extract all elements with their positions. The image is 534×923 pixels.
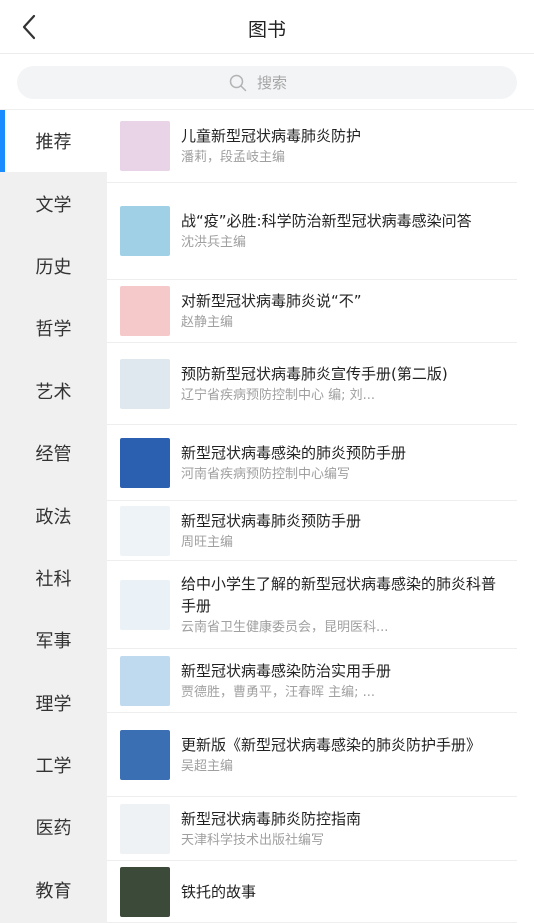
book-author: 潘莉，段孟岐主编 [181,150,286,165]
sidebar-item-label: 理学 [35,693,72,715]
book-author: 河南省疾病预防控制中心编写 [181,466,351,482]
sidebar-item-9[interactable]: 理学 [0,672,107,734]
book-info: 更新版《新型冠状病毒感染的肺炎防护手册》 吴超主编 [181,734,499,776]
search-input[interactable] [257,73,305,92]
book-info: 新型冠状病毒肺炎防控指南 天津科学技术出版社编写 [181,808,499,850]
book-title: 给中小学生了解的新型冠状病毒感染的肺炎科普手册 [181,574,497,615]
category-sidebar: 推荐文学历史哲学艺术经管政法社科军事理学工学医药教育 [0,110,107,923]
book-title: 儿童新型冠状病毒肺炎防护 [181,127,362,145]
sidebar-item-12[interactable]: 教育 [0,859,107,921]
book-author: 贾德胜，曹勇平，汪春晖 主编; ... [181,684,376,700]
book-cover [120,655,170,706]
book-cover [120,803,170,854]
top-bar: 图书 [0,0,534,54]
book-cover [120,729,170,780]
book-cover [120,206,170,256]
sidebar-item-label: 艺术 [35,381,72,403]
book-info: 对新型冠状病毒肺炎说“不” 赵静主编 [181,290,499,332]
sidebar-item-label: 教育 [35,880,72,902]
book-title: 新型冠状病毒肺炎防控指南 [181,809,362,828]
sidebar-item-10[interactable]: 工学 [0,734,107,796]
sidebar-item-label: 经管 [35,444,72,466]
sidebar-item-6[interactable]: 政法 [0,484,107,546]
book-cover [120,579,170,630]
book-author: 辽宁省疾病预防控制中心 编; 刘... [181,387,376,403]
sidebar-item-4[interactable]: 艺术 [0,360,107,422]
sidebar-item-3[interactable]: 哲学 [0,297,107,359]
search-icon [229,74,247,92]
book-cover [120,286,170,336]
search-bar [0,54,534,110]
sidebar-item-11[interactable]: 医药 [0,796,107,858]
book-author: 周旺主编 [181,534,234,550]
sidebar-item-label: 推荐 [35,132,72,154]
book-title: 新型冠状病毒感染防治实用手册 [181,661,392,680]
book-author: 吴超主编 [181,758,234,774]
sidebar-item-7[interactable]: 社科 [0,547,107,609]
book-row[interactable]: 新型冠状病毒肺炎预防手册 周旺主编 [107,501,517,561]
book-info: 给中小学生了解的新型冠状病毒感染的肺炎科普手册云南省卫生健康委员会，昆明医科..… [181,573,499,637]
book-title: 铁托的故事 [181,882,257,901]
book-info: 战“疫”必胜:科学防治新型冠状病毒感染问答 沈洪兵主编 [181,210,499,252]
book-title: 战“疫”必胜:科学防治新型冠状病毒感染问答 [181,212,472,230]
book-cover [120,358,170,409]
sidebar-item-8[interactable]: 军事 [0,609,107,671]
sidebar-item-label: 文学 [35,194,72,216]
book-author: 天津科学技术出版社编写 [181,832,325,848]
sidebar-item-2[interactable]: 历史 [0,235,107,297]
book-row[interactable]: 新型冠状病毒感染的肺炎预防手册 河南省疾病预防控制中心编写 [107,425,517,501]
book-title: 预防新型冠状病毒肺炎宣传手册(第二版) [181,364,448,383]
sidebar-item-label: 医药 [35,818,72,840]
book-author: 赵静主编 [181,315,234,330]
book-title: 更新版《新型冠状病毒感染的肺炎防护手册》 [181,735,482,754]
book-author: 沈洪兵主编 [181,235,247,250]
book-info: 新型冠状病毒肺炎预防手册 周旺主编 [181,510,499,552]
book-info: 儿童新型冠状病毒肺炎防护 潘莉，段孟岐主编 [181,125,499,167]
book-author: 云南省卫生健康委员会，昆明医科... [181,619,389,635]
book-list: 儿童新型冠状病毒肺炎防护 潘莉，段孟岐主编 战“疫”必胜:科学防治新型冠状病毒感染问… [107,110,534,923]
sidebar-item-label: 军事 [35,631,72,653]
book-row[interactable]: 新型冠状病毒肺炎防控指南 天津科学技术出版社编写 [107,797,517,861]
book-cover [120,121,170,171]
sidebar-item-5[interactable]: 经管 [0,422,107,484]
book-title: 新型冠状病毒肺炎预防手册 [181,511,362,530]
book-row[interactable]: 预防新型冠状病毒肺炎宣传手册(第二版) 辽宁省疾病预防控制中心 编; 刘... [107,343,517,425]
book-cover [120,437,170,488]
book-info: 新型冠状病毒感染防治实用手册 贾德胜，曹勇平，汪春晖 主编; ... [181,660,499,702]
book-title: 对新型冠状病毒肺炎说“不” [181,292,362,310]
page-title: 图书 [247,19,286,41]
book-cover [120,866,170,917]
sidebar-item-label: 哲学 [35,319,72,341]
sidebar-item-1[interactable]: 文学 [0,172,107,234]
book-row[interactable]: 给中小学生了解的新型冠状病毒感染的肺炎科普手册云南省卫生健康委员会，昆明医科..… [107,561,517,649]
search-box[interactable] [17,66,517,99]
sidebar-item-0[interactable]: 推荐 [0,110,107,173]
book-row[interactable]: 铁托的故事 [107,861,517,923]
book-info: 新型冠状病毒感染的肺炎预防手册 河南省疾病预防控制中心编写 [181,442,499,484]
book-title: 新型冠状病毒感染的肺炎预防手册 [181,443,407,462]
book-info: 铁托的故事 [181,881,499,903]
book-row[interactable]: 对新型冠状病毒肺炎说“不” 赵静主编 [107,280,517,343]
book-row[interactable]: 新型冠状病毒感染防治实用手册 贾德胜，曹勇平，汪春晖 主编; ... [107,649,517,713]
book-row[interactable]: 战“疫”必胜:科学防治新型冠状病毒感染问答 沈洪兵主编 [107,183,517,280]
sidebar-item-label: 历史 [35,256,72,278]
book-row[interactable]: 儿童新型冠状病毒肺炎防护 潘莉，段孟岐主编 [107,110,517,183]
book-cover [120,505,170,556]
book-info: 预防新型冠状病毒肺炎宣传手册(第二版) 辽宁省疾病预防控制中心 编; 刘... [181,363,499,405]
sidebar-item-label: 政法 [35,506,72,528]
sidebar-item-label: 社科 [35,568,72,590]
book-row[interactable]: 更新版《新型冠状病毒感染的肺炎防护手册》 吴超主编 [107,713,517,797]
sidebar-item-label: 工学 [35,756,72,778]
